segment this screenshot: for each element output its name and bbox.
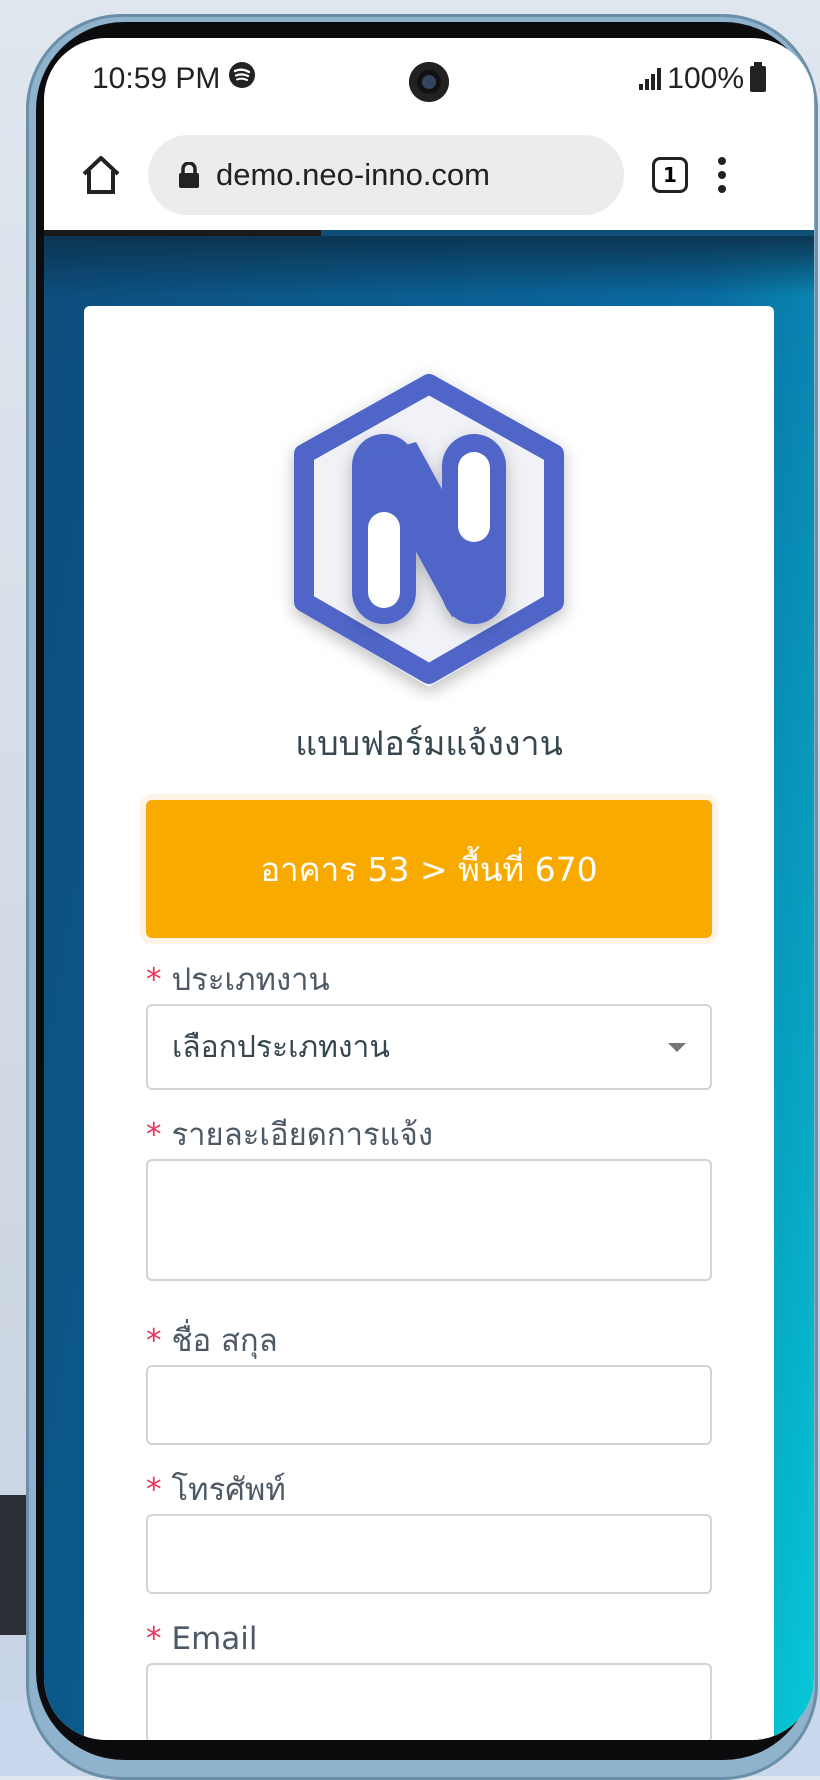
signal-icon xyxy=(639,68,662,90)
email-field: * Email xyxy=(146,1615,712,1740)
job-type-selected: เลือกประเภทงาน xyxy=(172,1029,390,1065)
status-time: 10:59 PM xyxy=(92,62,221,95)
required-mark: * xyxy=(146,962,162,998)
url-text: demo.neo-inno.com xyxy=(216,157,490,192)
name-label: * ชื่อ สกุล xyxy=(146,1323,278,1359)
battery-icon xyxy=(750,62,766,92)
battery-percent: 100% xyxy=(667,62,744,95)
details-field: * รายละเอียดการแจ้ง xyxy=(146,1111,712,1281)
more-vert-icon[interactable] xyxy=(718,157,726,193)
phone-input[interactable] xyxy=(146,1514,712,1594)
home-button[interactable] xyxy=(76,150,126,200)
form-card: แบบฟอร์มแจ้งงาน อาคาร 53 > พื้นที่ 670 *… xyxy=(84,306,774,1740)
neo-logo xyxy=(264,362,594,702)
name-field: * ชื่อ สกุล xyxy=(146,1317,712,1445)
email-label: * Email xyxy=(146,1621,258,1657)
phone-screen: 10:59 PM 100% demo.neo-inno.com 1 แบบฟอร… xyxy=(44,38,814,1740)
status-bar: 10:59 PM 100% xyxy=(44,38,814,120)
page-background: แบบฟอร์มแจ้งงาน อาคาร 53 > พื้นที่ 670 *… xyxy=(44,236,814,1740)
location-banner: อาคาร 53 > พื้นที่ 670 xyxy=(146,800,712,938)
spotify-icon xyxy=(228,61,256,97)
details-label: * รายละเอียดการแจ้ง xyxy=(146,1117,433,1153)
home-icon xyxy=(82,156,120,194)
details-textarea[interactable] xyxy=(146,1159,712,1281)
job-type-label: * ประเภทงาน xyxy=(146,962,330,998)
form-title: แบบฟอร์มแจ้งงาน xyxy=(295,724,563,764)
address-bar[interactable]: demo.neo-inno.com xyxy=(148,135,624,215)
phone-label: * โทรศัพท์ xyxy=(146,1472,286,1508)
lock-icon xyxy=(179,162,199,188)
browser-toolbar: demo.neo-inno.com 1 xyxy=(44,120,814,230)
dropdown-caret-icon xyxy=(668,1042,686,1052)
name-input[interactable] xyxy=(146,1365,712,1445)
email-input[interactable] xyxy=(146,1663,712,1740)
phone-field: * โทรศัพท์ xyxy=(146,1466,712,1594)
front-camera xyxy=(409,62,449,102)
job-type-field: * ประเภทงาน เลือกประเภทงาน xyxy=(146,956,712,1090)
tabs-icon[interactable]: 1 xyxy=(652,157,688,193)
tab-count: 1 xyxy=(663,163,677,187)
job-type-select[interactable]: เลือกประเภทงาน xyxy=(146,1004,712,1090)
